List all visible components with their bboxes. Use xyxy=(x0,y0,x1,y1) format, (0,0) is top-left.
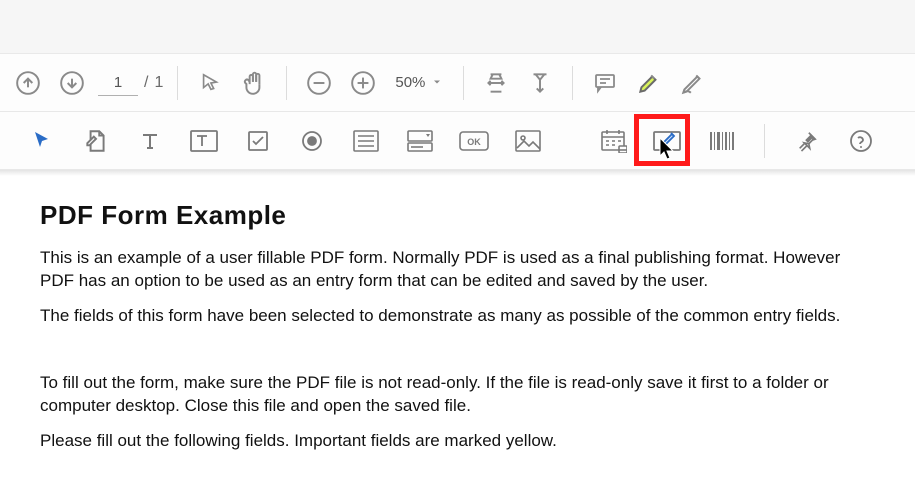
highlighter-button[interactable] xyxy=(631,65,667,101)
svg-text:OK: OK xyxy=(467,137,481,147)
help-button[interactable] xyxy=(843,123,879,159)
button-field-button[interactable]: OK xyxy=(456,123,492,159)
document-viewport[interactable]: PDF Form Example This is an example of a… xyxy=(0,170,915,500)
separator xyxy=(286,66,287,100)
fit-page-button[interactable] xyxy=(522,65,558,101)
page-separator: / xyxy=(144,74,148,92)
zoom-dropdown[interactable]: 50% xyxy=(389,70,449,96)
doc-paragraph: The fields of this form have been select… xyxy=(40,305,875,328)
zoom-in-button[interactable] xyxy=(345,65,381,101)
chevron-down-icon xyxy=(431,76,443,88)
separator xyxy=(463,66,464,100)
hand-tool-button[interactable] xyxy=(236,65,272,101)
image-icon xyxy=(515,130,541,152)
comment-button[interactable] xyxy=(587,65,623,101)
separator xyxy=(764,124,765,158)
pin-button[interactable] xyxy=(789,123,825,159)
barcode-icon xyxy=(708,130,736,152)
page-number-input[interactable] xyxy=(98,70,138,96)
separator xyxy=(177,66,178,100)
doc-paragraph: Please fill out the following fields. Im… xyxy=(40,430,875,453)
select-cursor-button[interactable] xyxy=(24,123,60,159)
calendar-icon xyxy=(601,129,627,153)
pin-icon xyxy=(796,130,818,152)
pen-icon xyxy=(680,70,706,96)
combo-box-icon xyxy=(407,130,433,152)
arrow-down-circle-icon xyxy=(59,70,85,96)
doc-paragraph: To fill out the form, make sure the PDF … xyxy=(40,372,875,418)
select-tool-button[interactable] xyxy=(192,65,228,101)
sign-button[interactable] xyxy=(675,65,711,101)
signature-field-icon xyxy=(653,129,683,153)
cursor-icon xyxy=(30,129,54,153)
zoom-out-button[interactable] xyxy=(301,65,337,101)
zoom-value: 50% xyxy=(395,74,425,91)
barcode-field-button[interactable] xyxy=(704,123,740,159)
date-field-button[interactable] xyxy=(596,123,632,159)
page-down-button[interactable] xyxy=(54,65,90,101)
plus-circle-icon xyxy=(350,70,376,96)
fit-width-button[interactable] xyxy=(478,65,514,101)
text-icon xyxy=(138,129,162,153)
spacer xyxy=(40,348,875,372)
ok-button-icon: OK xyxy=(459,131,489,151)
fit-width-icon xyxy=(483,70,509,96)
image-field-button[interactable] xyxy=(510,123,546,159)
combo-box-button[interactable] xyxy=(402,123,438,159)
page-indicator: / 1 xyxy=(98,70,163,96)
arrow-up-circle-icon xyxy=(15,70,41,96)
titlebar-area xyxy=(0,0,915,54)
list-box-button[interactable] xyxy=(348,123,384,159)
page-up-button[interactable] xyxy=(10,65,46,101)
main-toolbar: / 1 50% xyxy=(0,54,915,112)
separator xyxy=(572,66,573,100)
text-field-icon xyxy=(190,130,218,152)
highlighter-icon xyxy=(636,70,662,96)
pointer-icon xyxy=(199,72,221,94)
signature-field-button[interactable] xyxy=(650,123,686,159)
radio-icon xyxy=(300,129,324,153)
checkbox-field-button[interactable] xyxy=(240,123,276,159)
text-field-button[interactable] xyxy=(186,123,222,159)
form-toolbar: OK xyxy=(0,112,915,170)
list-box-icon xyxy=(353,130,379,152)
comment-icon xyxy=(593,71,617,95)
doc-title: PDF Form Example xyxy=(40,200,875,231)
hand-icon xyxy=(241,70,267,96)
page-total: 1 xyxy=(154,74,163,92)
help-icon xyxy=(849,129,873,153)
doc-paragraph: This is an example of a user fillable PD… xyxy=(40,247,875,293)
text-tool-button[interactable] xyxy=(132,123,168,159)
edit-tool-button[interactable] xyxy=(78,123,114,159)
radio-field-button[interactable] xyxy=(294,123,330,159)
edit-page-icon xyxy=(83,128,109,154)
fit-page-icon xyxy=(527,70,553,96)
minus-circle-icon xyxy=(306,70,332,96)
checkbox-icon xyxy=(246,129,270,153)
